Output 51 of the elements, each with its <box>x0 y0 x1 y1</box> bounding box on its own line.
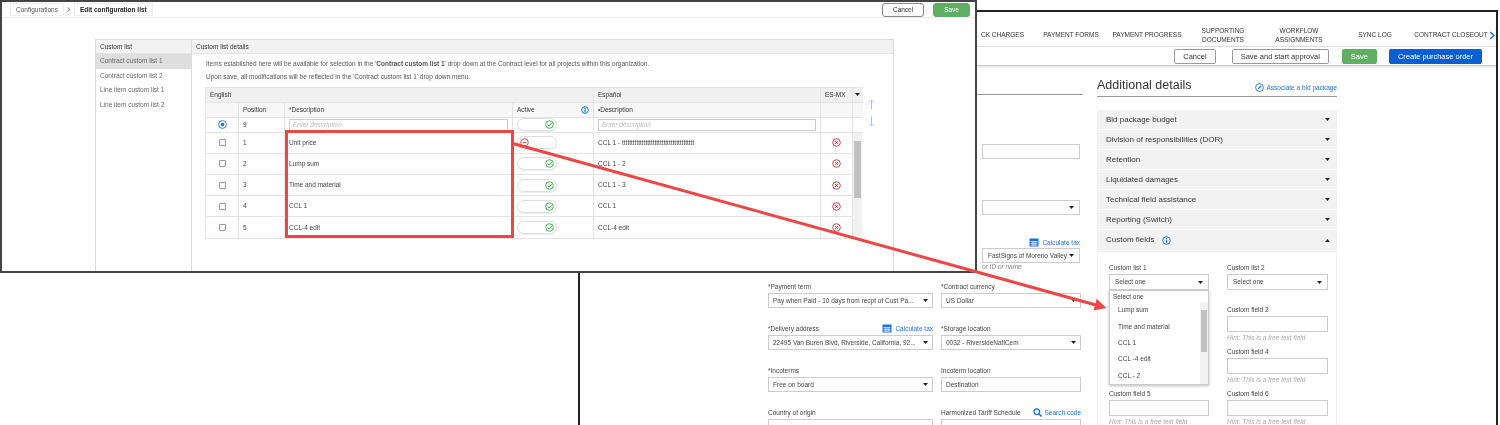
input-field[interactable] <box>982 144 1080 159</box>
check-circle-icon <box>545 222 554 232</box>
delete-icon[interactable] <box>832 180 841 190</box>
section-title: Additional details <box>1097 78 1192 93</box>
check-circle-icon <box>545 201 554 211</box>
input-field[interactable] <box>1227 400 1328 416</box>
info-icon <box>581 105 589 114</box>
checkbox[interactable] <box>218 139 226 147</box>
scrollbar[interactable] <box>1200 302 1208 384</box>
calculator-icon <box>1029 238 1040 247</box>
accordion-header[interactable]: Technical field assistance <box>1097 190 1337 209</box>
accordion-header[interactable]: Retention <box>1097 150 1337 169</box>
input-field[interactable] <box>1109 400 1209 416</box>
checkbox[interactable] <box>218 223 226 231</box>
caret-down-icon <box>1069 206 1074 209</box>
check-circle-icon <box>545 120 554 130</box>
delete-icon[interactable] <box>832 138 841 148</box>
caret-down-icon <box>923 341 928 344</box>
accordion-header[interactable]: Division of responsibilities (DOR) <box>1097 130 1337 149</box>
checkbox[interactable] <box>218 202 226 210</box>
caret-down-icon <box>923 383 928 386</box>
caret-down-icon <box>1317 280 1322 284</box>
accordion-header[interactable]: Reporting (Switch) <box>1097 210 1337 229</box>
check-circle-icon <box>545 180 554 190</box>
minus-circle-icon <box>520 138 529 148</box>
accordion-header[interactable]: Liquidated damages <box>1097 170 1337 189</box>
scrollbar[interactable] <box>853 132 862 238</box>
checkbox[interactable] <box>218 160 226 168</box>
dropdown-field[interactable] <box>982 200 1080 215</box>
checkbox[interactable] <box>218 181 226 189</box>
move-up-icon[interactable] <box>867 98 875 110</box>
input-field[interactable] <box>1227 316 1328 332</box>
caret-down-icon <box>1071 299 1076 302</box>
caret-down-icon <box>1069 254 1074 257</box>
check-circle-icon <box>545 159 554 169</box>
delete-icon[interactable] <box>832 222 841 232</box>
search-icon <box>1032 408 1042 417</box>
add-icon[interactable] <box>217 120 227 130</box>
caret-down-icon <box>1071 341 1076 344</box>
calculator-icon <box>882 324 893 333</box>
caret-down-icon <box>1198 280 1203 284</box>
delete-icon[interactable] <box>832 159 841 169</box>
delete-icon[interactable] <box>832 201 841 211</box>
chevron-right-icon[interactable] <box>1489 31 1495 40</box>
input-field[interactable] <box>1227 358 1328 374</box>
move-down-icon[interactable] <box>867 115 875 127</box>
caret-down-icon <box>923 299 928 302</box>
caret-down-icon <box>855 93 860 97</box>
accordion-header[interactable]: Custom fields <box>1097 230 1337 250</box>
accordion-header[interactable]: Bid package budget <box>1097 110 1337 129</box>
pencil-icon <box>1254 83 1264 92</box>
